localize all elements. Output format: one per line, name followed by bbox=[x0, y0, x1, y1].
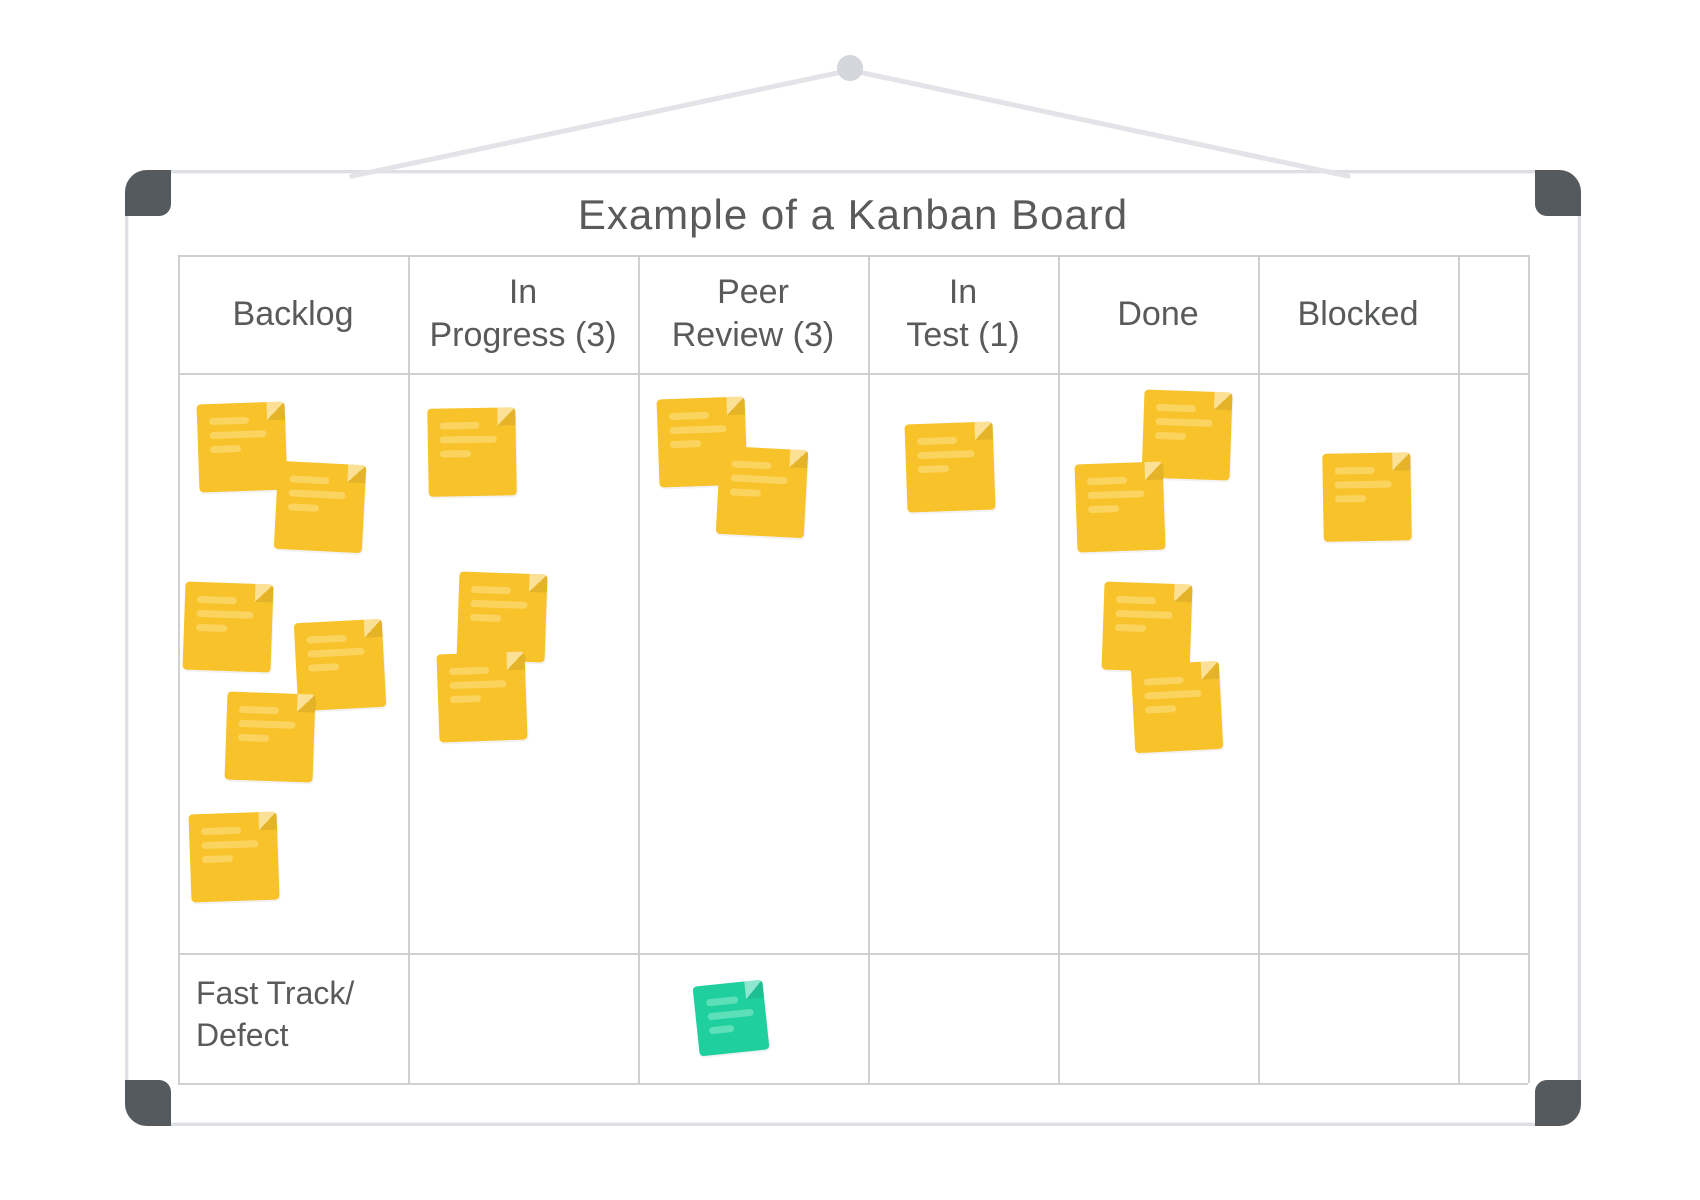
sticky-note[interactable] bbox=[224, 691, 315, 782]
grid-bottom bbox=[178, 1083, 1528, 1085]
grid-top bbox=[178, 255, 1528, 257]
nail-icon bbox=[837, 55, 863, 81]
grid-swimlane-top bbox=[178, 953, 1528, 955]
board-title: Example of a Kanban Board bbox=[128, 191, 1578, 239]
whiteboard: Example of a Kanban Board Backlog In Pro… bbox=[125, 170, 1581, 1126]
grid-v4 bbox=[1058, 255, 1060, 1083]
sticky-note[interactable] bbox=[274, 461, 366, 553]
grid-v5 bbox=[1258, 255, 1260, 1083]
string-right bbox=[841, 66, 1351, 179]
col-header-peer-review: Peer Review (3) bbox=[638, 271, 868, 356]
col-header-blocked: Blocked bbox=[1258, 293, 1458, 336]
col-header-in-test: In Test (1) bbox=[868, 271, 1058, 356]
sticky-note[interactable] bbox=[456, 571, 547, 662]
sticky-note[interactable] bbox=[182, 581, 273, 672]
grid-v6 bbox=[1458, 255, 1460, 1083]
board-corner-bl bbox=[125, 1080, 171, 1126]
string-left bbox=[349, 66, 859, 179]
diagram-stage: Example of a Kanban Board Backlog In Pro… bbox=[0, 0, 1700, 1200]
grid-v7 bbox=[1528, 255, 1530, 1083]
sticky-note[interactable] bbox=[1101, 581, 1192, 672]
col-header-done: Done bbox=[1058, 293, 1258, 336]
sticky-note[interactable] bbox=[436, 651, 527, 742]
col-header-backlog: Backlog bbox=[178, 293, 408, 336]
sticky-note[interactable] bbox=[427, 407, 517, 497]
grid-v3 bbox=[868, 255, 870, 1083]
sticky-note[interactable] bbox=[904, 421, 995, 512]
sticky-note[interactable] bbox=[716, 446, 808, 538]
grid-v1 bbox=[408, 255, 410, 1083]
sticky-note[interactable] bbox=[188, 811, 279, 902]
sticky-note[interactable] bbox=[1074, 461, 1165, 552]
board-corner-br bbox=[1535, 1080, 1581, 1126]
sticky-note[interactable] bbox=[196, 401, 287, 492]
sticky-note[interactable] bbox=[1131, 661, 1223, 753]
col-header-in-progress: In Progress (3) bbox=[408, 271, 638, 356]
grid-v0 bbox=[178, 255, 180, 1083]
swimlane-label: Fast Track/ Defect bbox=[196, 973, 354, 1056]
sticky-note[interactable] bbox=[1322, 452, 1412, 542]
grid-header-bottom bbox=[178, 373, 1528, 375]
grid-v2 bbox=[638, 255, 640, 1083]
sticky-note[interactable] bbox=[693, 980, 770, 1057]
